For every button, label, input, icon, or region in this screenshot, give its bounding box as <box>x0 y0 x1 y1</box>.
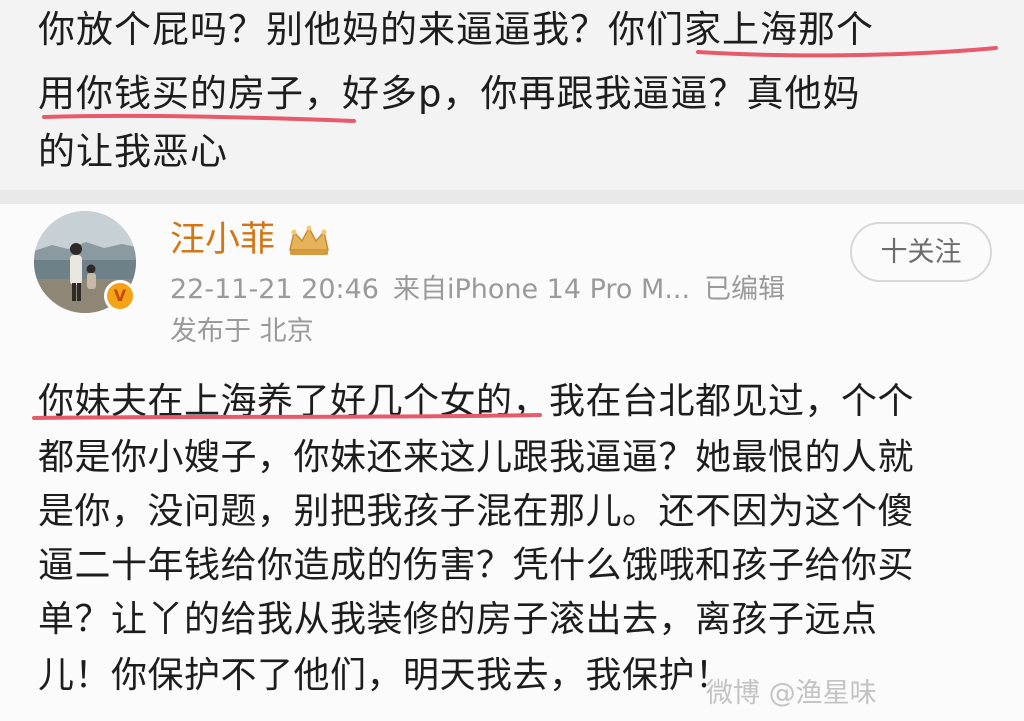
post-source[interactable]: 来自iPhone 14 Pro M... <box>393 274 690 305</box>
quoted-text-block: 你放个屁吗？别他妈的来逼逼我？你们家上海那个 用你钱买的房子，好多p，你再跟我逼… <box>0 0 1024 190</box>
post-body-line-2: 都是你小嫂子，你妹还来这儿跟我逼逼？她最恨的人就 <box>38 437 915 478</box>
post-body-line-1: 你妹夫在上海养了好几个女的，我在台北都见过，个个 <box>38 381 915 422</box>
edited-label[interactable]: 已编辑 <box>704 274 785 305</box>
screenshot-page: 你放个屁吗？别他妈的来逼逼我？你们家上海那个 用你钱买的房子，好多p，你再跟我逼… <box>0 0 1024 721</box>
section-divider <box>0 190 1024 204</box>
post-username[interactable]: 汪小菲 <box>170 218 275 262</box>
watermark: 微博 @渔星味 <box>706 678 877 709</box>
post-meta: 22-11-21 20:46 来自iPhone 14 Pro M... 已编辑 <box>170 272 799 308</box>
crown-icon[interactable] <box>286 224 332 258</box>
post-body-line-4: 逼二十年钱给你造成的伤害？凭什么饿哦和孩子给你买 <box>38 545 915 586</box>
post-location: 发布于 北京 <box>170 316 314 347</box>
quoted-text-line-2: 用你钱买的房子，好多p，你再跟我逼逼？真他妈 <box>38 72 861 115</box>
post-body-line-5: 单？让丫的给我从我装修的房子滚出去，离孩子远点 <box>38 599 878 640</box>
post-body-line-3: 是你，没问题，别把我孩子混在那儿。还不因为这个傻 <box>38 491 915 532</box>
verified-badge-icon: V <box>104 280 136 312</box>
post-timestamp: 22-11-21 20:46 <box>170 274 379 305</box>
quoted-text-line-1: 你放个屁吗？别他妈的来逼逼我？你们家上海那个 <box>38 8 874 51</box>
quoted-text-line-3: 的让我恶心 <box>38 130 228 173</box>
follow-button[interactable]: 十关注 <box>850 222 992 282</box>
post-body-line-6: 儿！你保护不了他们，明天我去，我保护！ <box>38 655 732 696</box>
